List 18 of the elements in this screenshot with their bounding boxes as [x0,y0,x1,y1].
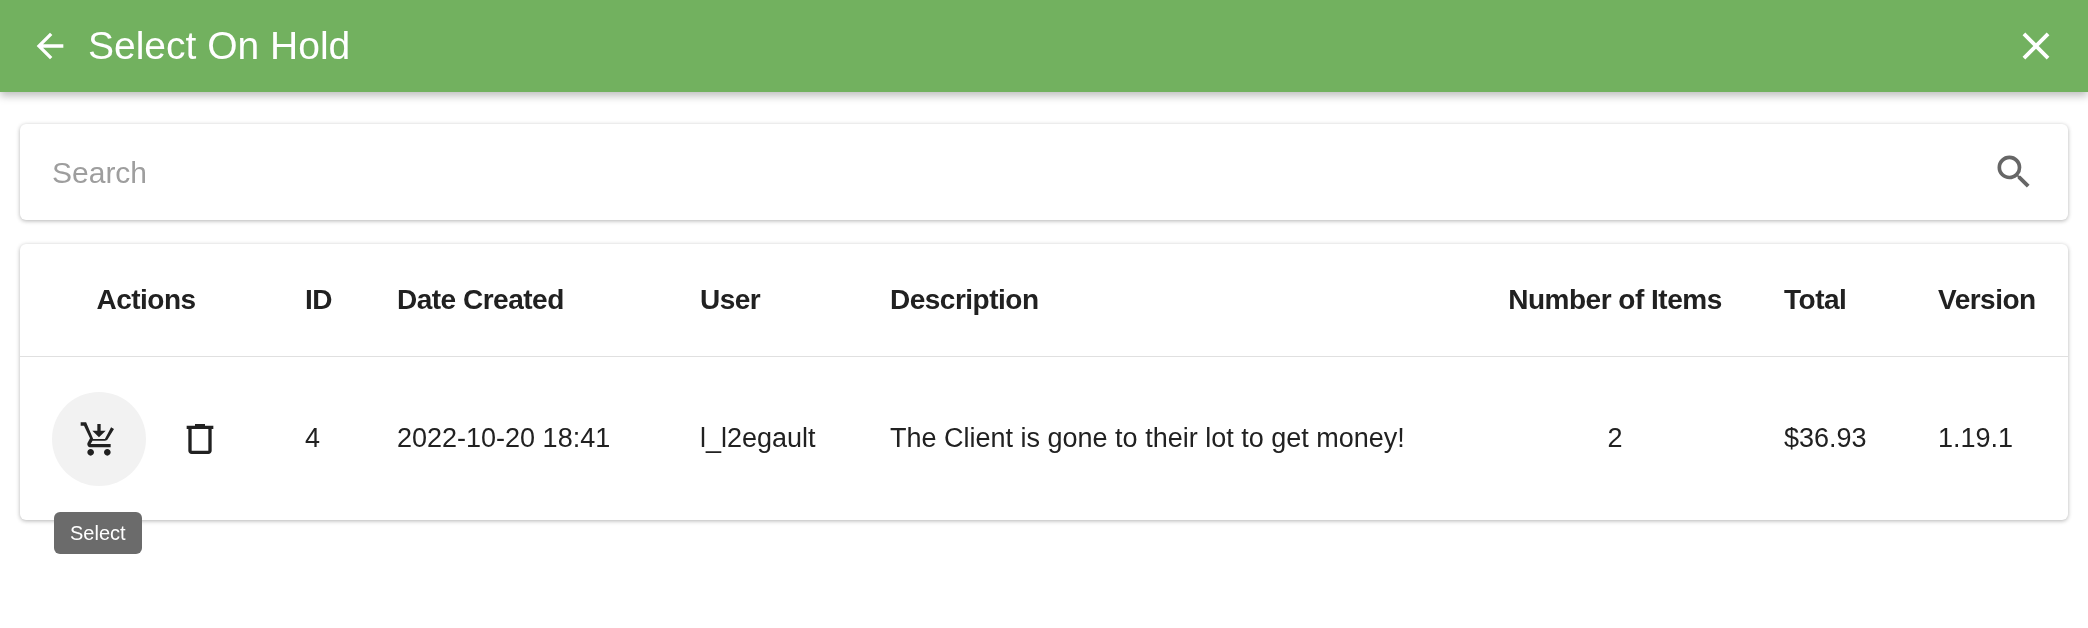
column-header: Actions [96,283,196,317]
table-cell-text: $36.93 [1784,422,1867,456]
column-header: Description [890,283,1039,317]
column-header: ID [305,283,332,317]
column-header: Version [1938,283,2036,317]
table-cell-text: 4 [305,422,321,456]
table-cell-text: The Client is gone to their lot to get money! [890,422,1405,456]
page-title: Select On Hold [88,22,351,69]
tooltip: Select [54,512,142,554]
search-field[interactable]: Search [52,149,1992,195]
table-cell-text: 2022-10-20 18:41 [397,422,611,456]
column-header: Total [1784,283,1847,317]
column-header: User [700,283,761,317]
column-header: Date Created [397,283,564,317]
table-cell-text: 1.19.1 [1938,422,2014,456]
table-cell-text: 2 [1607,422,1623,456]
table-cell-text: l_l2egault [700,422,816,456]
column-header: Number of Items [1508,283,1722,317]
